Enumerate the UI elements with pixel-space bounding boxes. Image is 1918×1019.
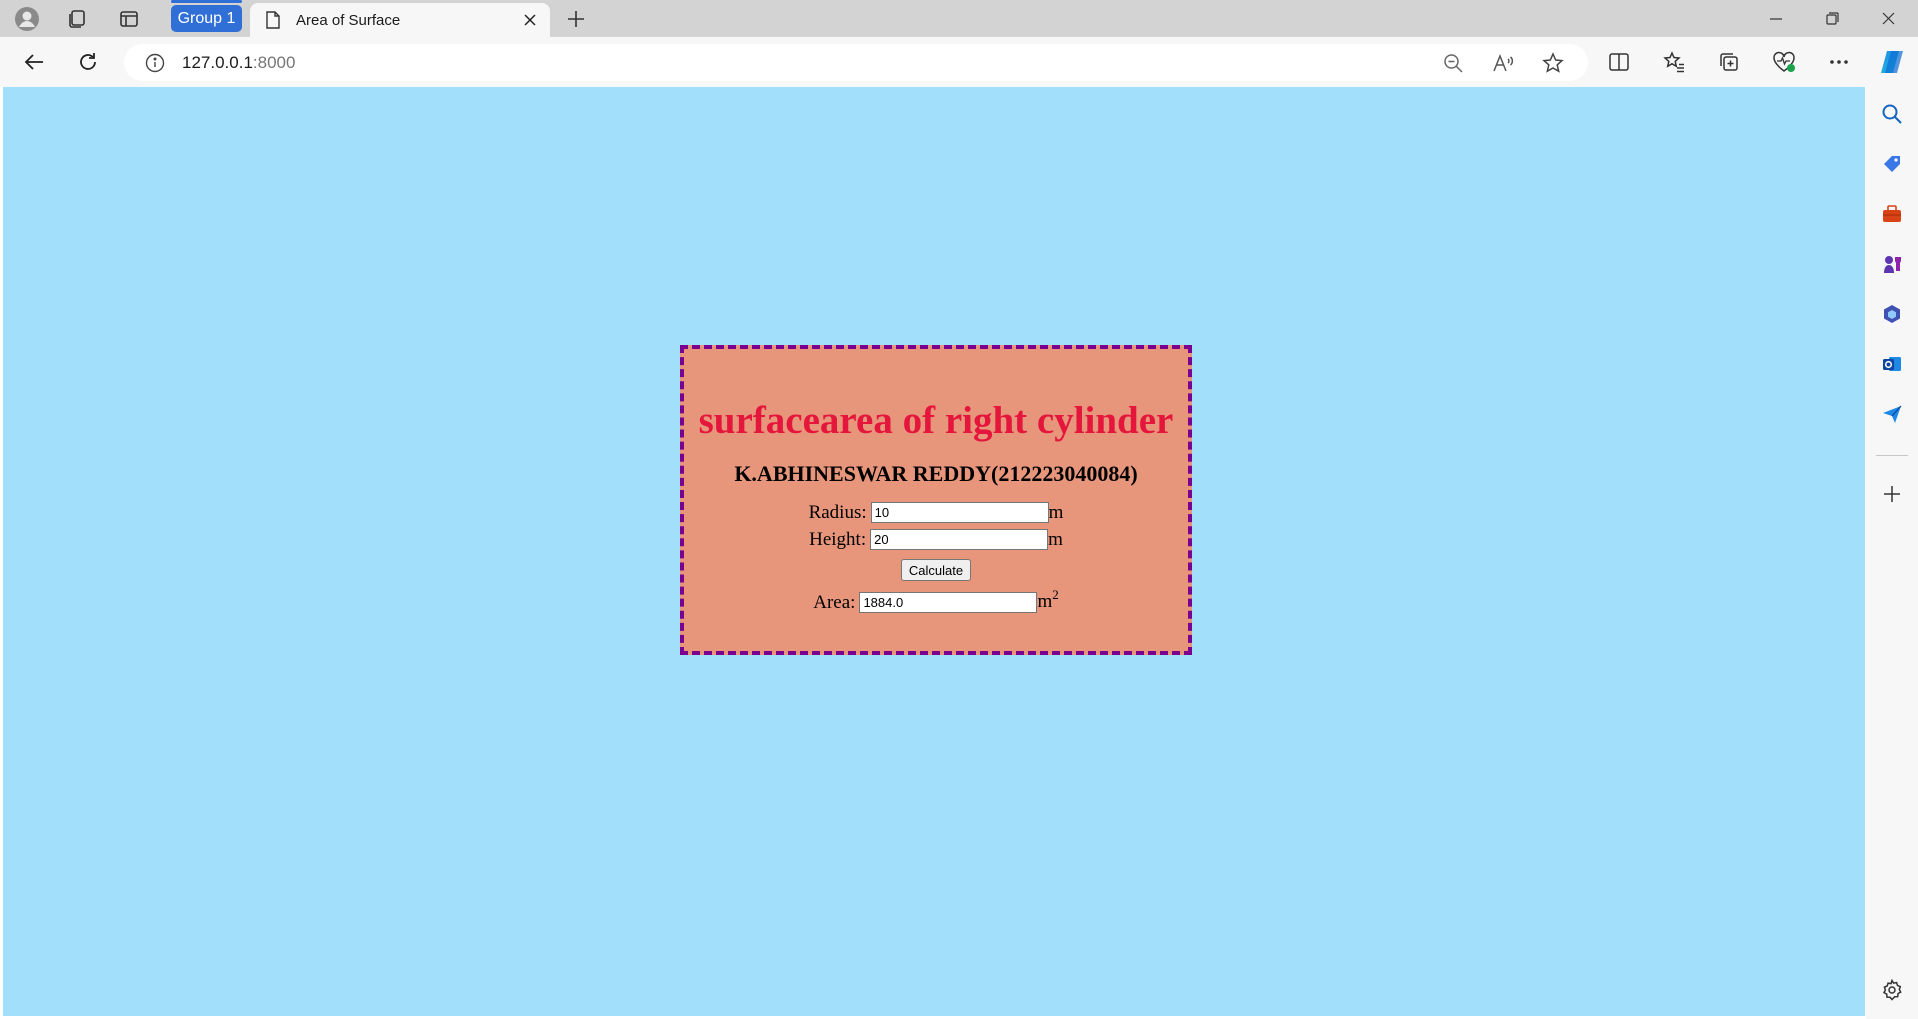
area-row: Area: m2 — [684, 587, 1188, 614]
address-host: 127.0.0.1 — [182, 52, 253, 72]
sidebar-settings-icon[interactable] — [1872, 970, 1912, 1010]
favorites-icon[interactable] — [1654, 43, 1694, 81]
calculate-button[interactable]: Calculate — [900, 559, 972, 581]
active-tab[interactable]: Area of Surface — [250, 3, 550, 37]
more-options-icon[interactable] — [1819, 43, 1859, 81]
calculator-card: surfacearea of right cylinder K.ABHINESW… — [680, 345, 1192, 655]
tab-group-label[interactable]: Group 1 — [171, 0, 242, 32]
author-line: K.ABHINESWAR REDDY(212223040084) — [734, 461, 1138, 486]
page-heading: surfacearea of right cylinder — [698, 399, 1174, 442]
sidebar-search-icon[interactable] — [1872, 94, 1912, 134]
tools-briefcase-icon[interactable] — [1872, 194, 1912, 234]
restore-icon[interactable] — [1804, 0, 1860, 37]
radius-row: Radius: m — [684, 501, 1188, 524]
height-unit: m — [1048, 529, 1063, 550]
address-port: :8000 — [252, 52, 296, 72]
area-label: Area: — [813, 591, 856, 613]
address-text[interactable]: 127.0.0.1:8000 — [182, 53, 295, 73]
area-unit-base: m — [1037, 591, 1053, 612]
copilot-icon[interactable] — [1872, 43, 1912, 81]
height-input[interactable] — [870, 529, 1049, 550]
read-aloud-icon[interactable] — [1484, 44, 1522, 81]
browser-toolbar: 127.0.0.1:8000 — [0, 37, 1918, 87]
address-bar[interactable]: 127.0.0.1:8000 — [124, 44, 1588, 81]
area-unit: m2 — [1037, 587, 1059, 614]
calculate-row: Calculate — [684, 559, 1188, 581]
new-tab-icon[interactable] — [556, 3, 596, 35]
workspaces-icon[interactable] — [54, 3, 100, 35]
tab-strip: Group 1 Area of Surface — [0, 0, 1918, 37]
height-label: Height: — [809, 529, 867, 550]
split-screen-icon[interactable] — [1599, 43, 1639, 81]
radius-input[interactable] — [870, 502, 1049, 523]
profile-icon[interactable] — [4, 3, 50, 35]
site-info-icon[interactable] — [144, 52, 166, 74]
vertical-tabs-icon[interactable] — [106, 3, 152, 35]
tab-title: Area of Surface — [296, 11, 401, 29]
microsoft-365-icon[interactable] — [1872, 294, 1912, 334]
page-icon — [264, 10, 282, 30]
close-window-icon[interactable] — [1860, 0, 1916, 37]
radius-label: Radius: — [808, 502, 867, 523]
refresh-icon[interactable] — [68, 43, 108, 81]
back-icon[interactable] — [14, 43, 54, 81]
height-row: Height: m — [684, 528, 1188, 551]
outlook-icon[interactable] — [1872, 344, 1912, 384]
zoom-out-icon[interactable] — [1434, 44, 1472, 81]
page-viewport: surfacearea of right cylinder K.ABHINESW… — [3, 87, 1865, 1016]
games-icon[interactable] — [1872, 244, 1912, 284]
edge-sidebar — [1866, 87, 1918, 1019]
add-sidebar-app-icon[interactable] — [1872, 474, 1912, 514]
browser-essentials-icon[interactable] — [1764, 43, 1804, 81]
favorite-star-icon[interactable] — [1534, 44, 1572, 81]
radius-unit: m — [1048, 502, 1064, 523]
area-output[interactable] — [859, 591, 1038, 613]
sidebar-divider — [1876, 455, 1908, 456]
collections-icon[interactable] — [1709, 43, 1749, 81]
shopping-tag-icon[interactable] — [1872, 144, 1912, 184]
close-tab-icon[interactable] — [514, 4, 546, 36]
minimize-icon[interactable] — [1748, 0, 1804, 37]
area-unit-exponent: 2 — [1052, 587, 1059, 602]
send-icon[interactable] — [1872, 394, 1912, 434]
